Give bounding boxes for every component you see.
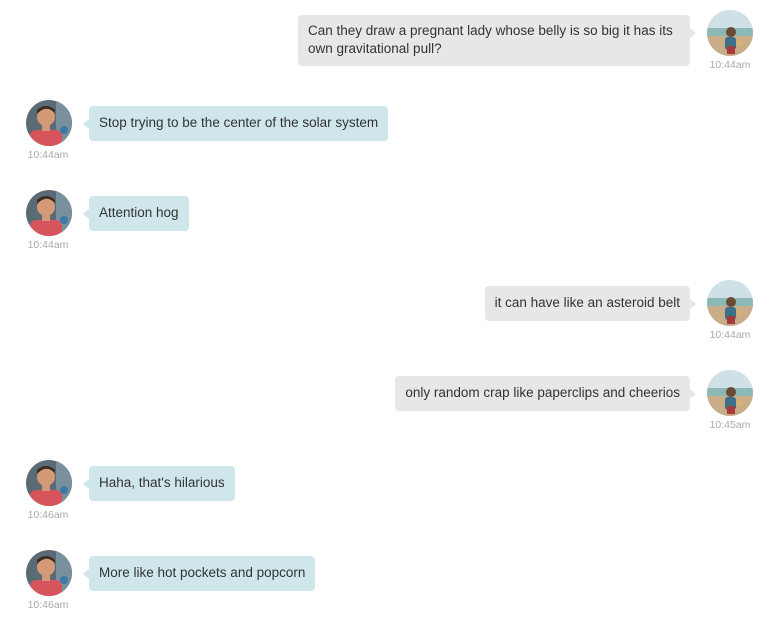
timestamp: 10:44am: [709, 329, 751, 341]
message-row: it can have like an asteroid belt 10:44a…: [0, 280, 778, 350]
message-text: Haha, that's hilarious: [99, 475, 225, 490]
message-bubble[interactable]: Attention hog: [83, 196, 189, 231]
avatar[interactable]: [707, 280, 753, 326]
timestamp: 10:46am: [27, 599, 69, 611]
message-text: only random crap like paperclips and che…: [405, 385, 680, 400]
timestamp: 10:44am: [27, 149, 69, 161]
timestamp: 10:46am: [27, 509, 69, 521]
user-photo-avatar-icon: [26, 100, 72, 146]
message-row: only random crap like paperclips and che…: [0, 370, 778, 440]
message-bubble[interactable]: Haha, that's hilarious: [83, 466, 235, 501]
timestamp: 10:44am: [709, 59, 751, 71]
message-text: Can they draw a pregnant lady whose bell…: [308, 23, 673, 56]
message-text: Attention hog: [99, 205, 179, 220]
avatar[interactable]: [707, 370, 753, 416]
message-text: More like hot pockets and popcorn: [99, 565, 306, 580]
message-row: 10:46am Haha, that's hilarious: [0, 460, 778, 530]
message-bubble[interactable]: only random crap like paperclips and che…: [395, 376, 696, 411]
message-text: Stop trying to be the center of the sola…: [99, 115, 379, 130]
avatar[interactable]: [26, 100, 72, 146]
beach-photo-avatar-icon: [707, 280, 753, 326]
message-bubble[interactable]: Stop trying to be the center of the sola…: [82, 106, 389, 141]
timestamp: 10:44am: [27, 239, 69, 251]
message-bubble[interactable]: More like hot pockets and popcorn: [82, 556, 316, 591]
user-photo-avatar-icon: [26, 550, 72, 596]
message-row: 10:44am Attention hog: [0, 190, 778, 260]
message-row: Can they draw a pregnant lady whose bell…: [0, 10, 778, 80]
avatar[interactable]: [26, 190, 72, 236]
timestamp: 10:45am: [709, 419, 751, 431]
user-photo-avatar-icon: [26, 190, 72, 236]
beach-photo-avatar-icon: [707, 370, 753, 416]
beach-photo-avatar-icon: [707, 10, 753, 56]
message-row: 10:44am Stop trying to be the center of …: [0, 100, 778, 170]
user-photo-avatar-icon: [26, 460, 72, 506]
avatar[interactable]: [26, 460, 72, 506]
message-bubble[interactable]: it can have like an asteroid belt: [484, 286, 697, 321]
message-row: 10:46am More like hot pockets and popcor…: [0, 550, 778, 620]
avatar[interactable]: [26, 550, 72, 596]
message-text: it can have like an asteroid belt: [494, 295, 680, 310]
chat-thread: Can they draw a pregnant lady whose bell…: [0, 0, 778, 618]
message-bubble[interactable]: Can they draw a pregnant lady whose bell…: [298, 15, 696, 66]
avatar[interactable]: [707, 10, 753, 56]
